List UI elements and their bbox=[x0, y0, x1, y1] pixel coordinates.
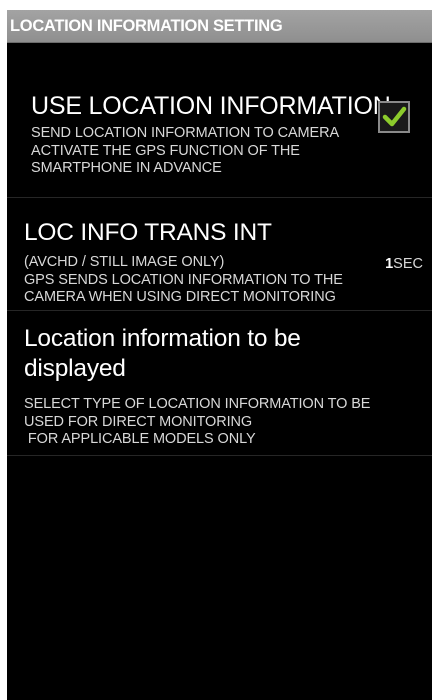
setting-title: USE LOCATION INFORMATION bbox=[31, 92, 391, 120]
summary-line: SMARTPHONE IN ADVANCE bbox=[31, 160, 222, 176]
summary-line: FOR APPLICABLE MODELS ONLY bbox=[24, 431, 256, 447]
setting-loc-info-trans-int[interactable]: LOC INFO TRANS INT (AVCHD / STILL IMAGE … bbox=[7, 198, 432, 311]
title-line: displayed bbox=[24, 355, 126, 382]
setting-summary: SEND LOCATION INFORMATION TO CAMERA ACTI… bbox=[31, 125, 339, 178]
setting-title: LOC INFO TRANS INT bbox=[24, 219, 272, 246]
interval-value: 1SEC bbox=[385, 256, 423, 272]
page-title: LOCATION INFORMATION SETTING bbox=[10, 17, 283, 35]
setting-summary: (AVCHD / STILL IMAGE ONLY) GPS SENDS LOC… bbox=[24, 254, 343, 307]
setting-summary: SELECT TYPE OF LOCATION INFORMATION TO B… bbox=[24, 396, 370, 449]
setting-use-location-information[interactable]: USE LOCATION INFORMATION SEND LOCATION I… bbox=[7, 43, 432, 198]
summary-line: USED FOR DIRECT MONITORING bbox=[24, 413, 253, 430]
interval-number: 1 bbox=[385, 256, 394, 272]
title-line: Location information to be bbox=[24, 325, 301, 352]
checkmark-icon bbox=[382, 106, 407, 127]
title-bar: LOCATION INFORMATION SETTING bbox=[7, 10, 432, 43]
summary-line: ACTIVATE THE GPS FUNCTION OF THE bbox=[31, 142, 300, 159]
summary-line: CAMERA WHEN USING DIRECT MONITORING bbox=[24, 289, 336, 305]
use-location-checkbox[interactable] bbox=[378, 101, 410, 133]
summary-line: GPS SENDS LOCATION INFORMATION TO THE bbox=[24, 271, 343, 288]
summary-line: SEND LOCATION INFORMATION TO CAMERA bbox=[31, 125, 340, 141]
interval-unit: SEC bbox=[393, 256, 423, 272]
setting-title: Location information to be displayed bbox=[24, 324, 404, 384]
summary-line: SELECT TYPE OF LOCATION INFORMATION TO B… bbox=[24, 396, 371, 412]
summary-line: (AVCHD / STILL IMAGE ONLY) bbox=[24, 254, 225, 270]
screen: LOCATION INFORMATION SETTING USE LOCATIO… bbox=[7, 10, 432, 700]
setting-location-display-type[interactable]: Location information to be displayed SEL… bbox=[7, 311, 432, 456]
